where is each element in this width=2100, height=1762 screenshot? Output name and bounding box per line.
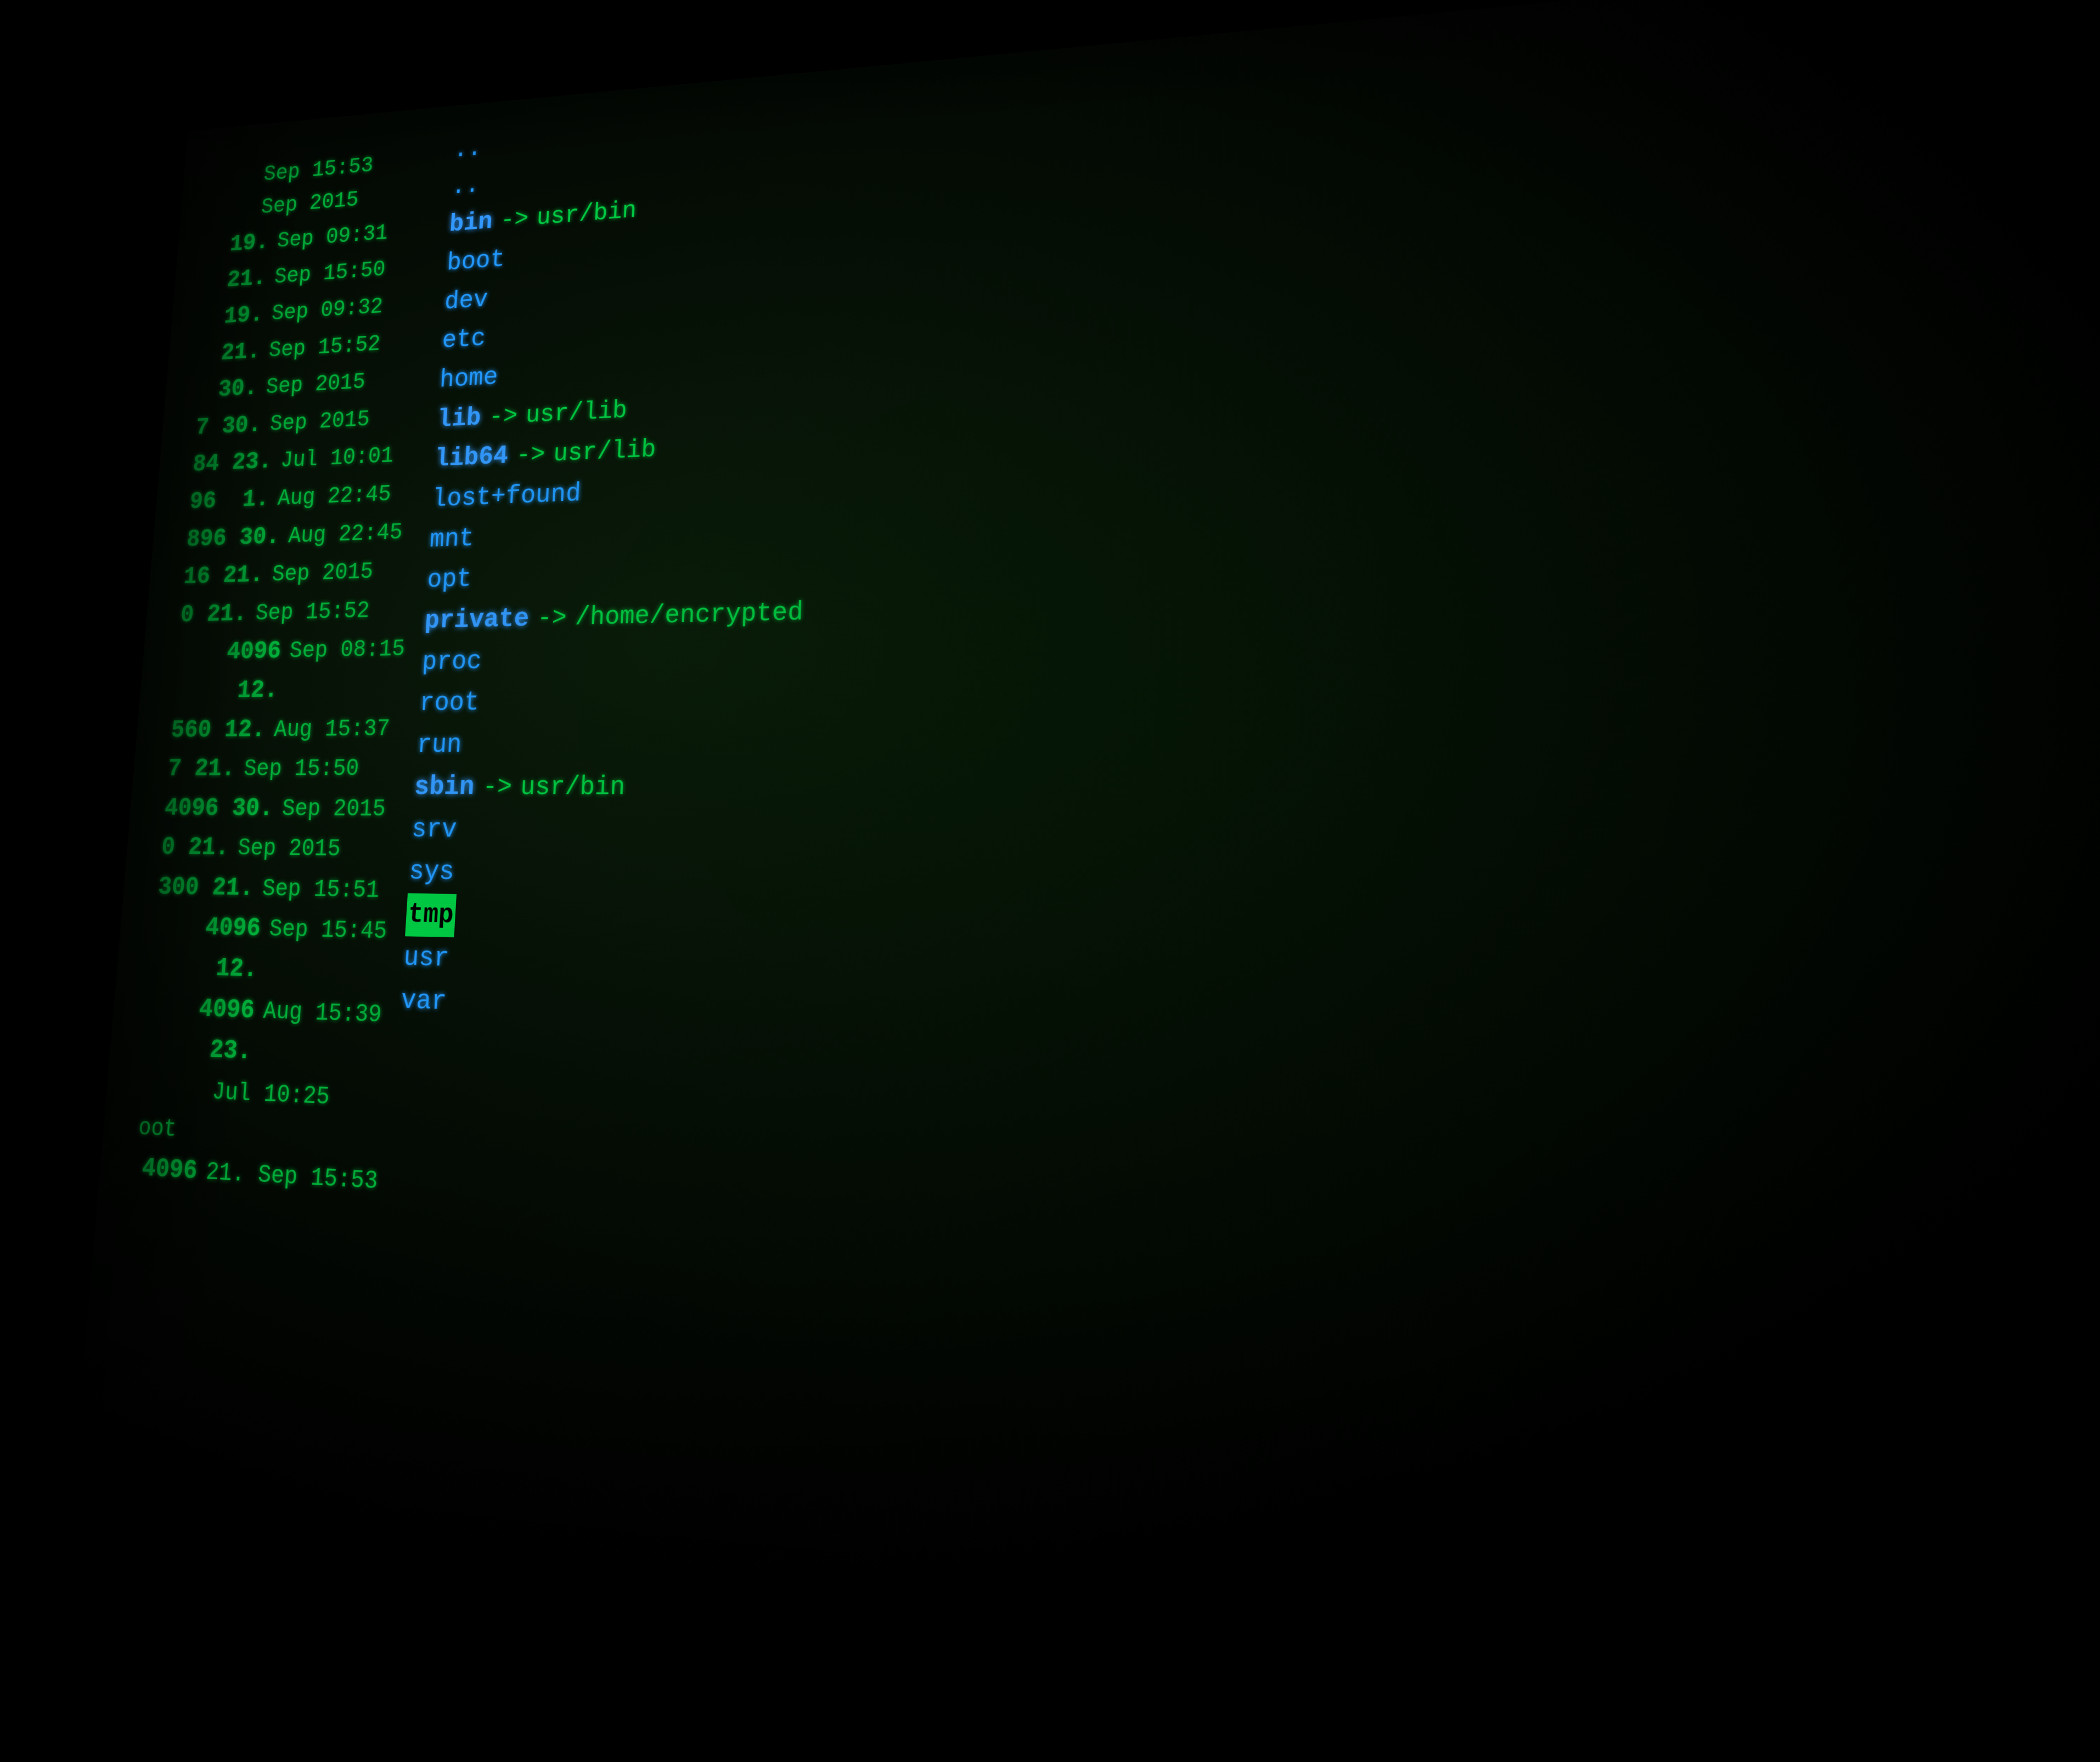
list-item: 0 21. Sep 2015 (160, 828, 393, 870)
list-item: sbin -> usr/bin (413, 761, 2100, 814)
list-item: 16 21. Sep 2015 (182, 551, 411, 596)
list-item: 560 12. Aug 15:37 (170, 708, 401, 750)
list-item: 300 21. Sep 15:51 (156, 868, 391, 911)
list-item: 4096 30. Sep 2015 (163, 789, 396, 829)
file-listing-right: .. .. bin -> usr/bin boot dev etc (350, 0, 2100, 1712)
list-item: 0 21. Sep 15:52 (179, 590, 409, 634)
terminal-content: Sep 15:53 Sep 2015 19. Sep 09:31 21. Sep… (70, 0, 2100, 1762)
terminal-screen: Sep 15:53 Sep 2015 19. Sep 09:31 21. Sep… (70, 0, 2100, 1762)
list-item: 4096 23. Aug 15:39 (143, 987, 382, 1078)
list-item: 4096 12. Sep 08:15 (173, 629, 406, 711)
list-item: 4096 12. Sep 15:45 (150, 907, 388, 994)
list-item: 7 21. Sep 15:50 (166, 748, 398, 789)
